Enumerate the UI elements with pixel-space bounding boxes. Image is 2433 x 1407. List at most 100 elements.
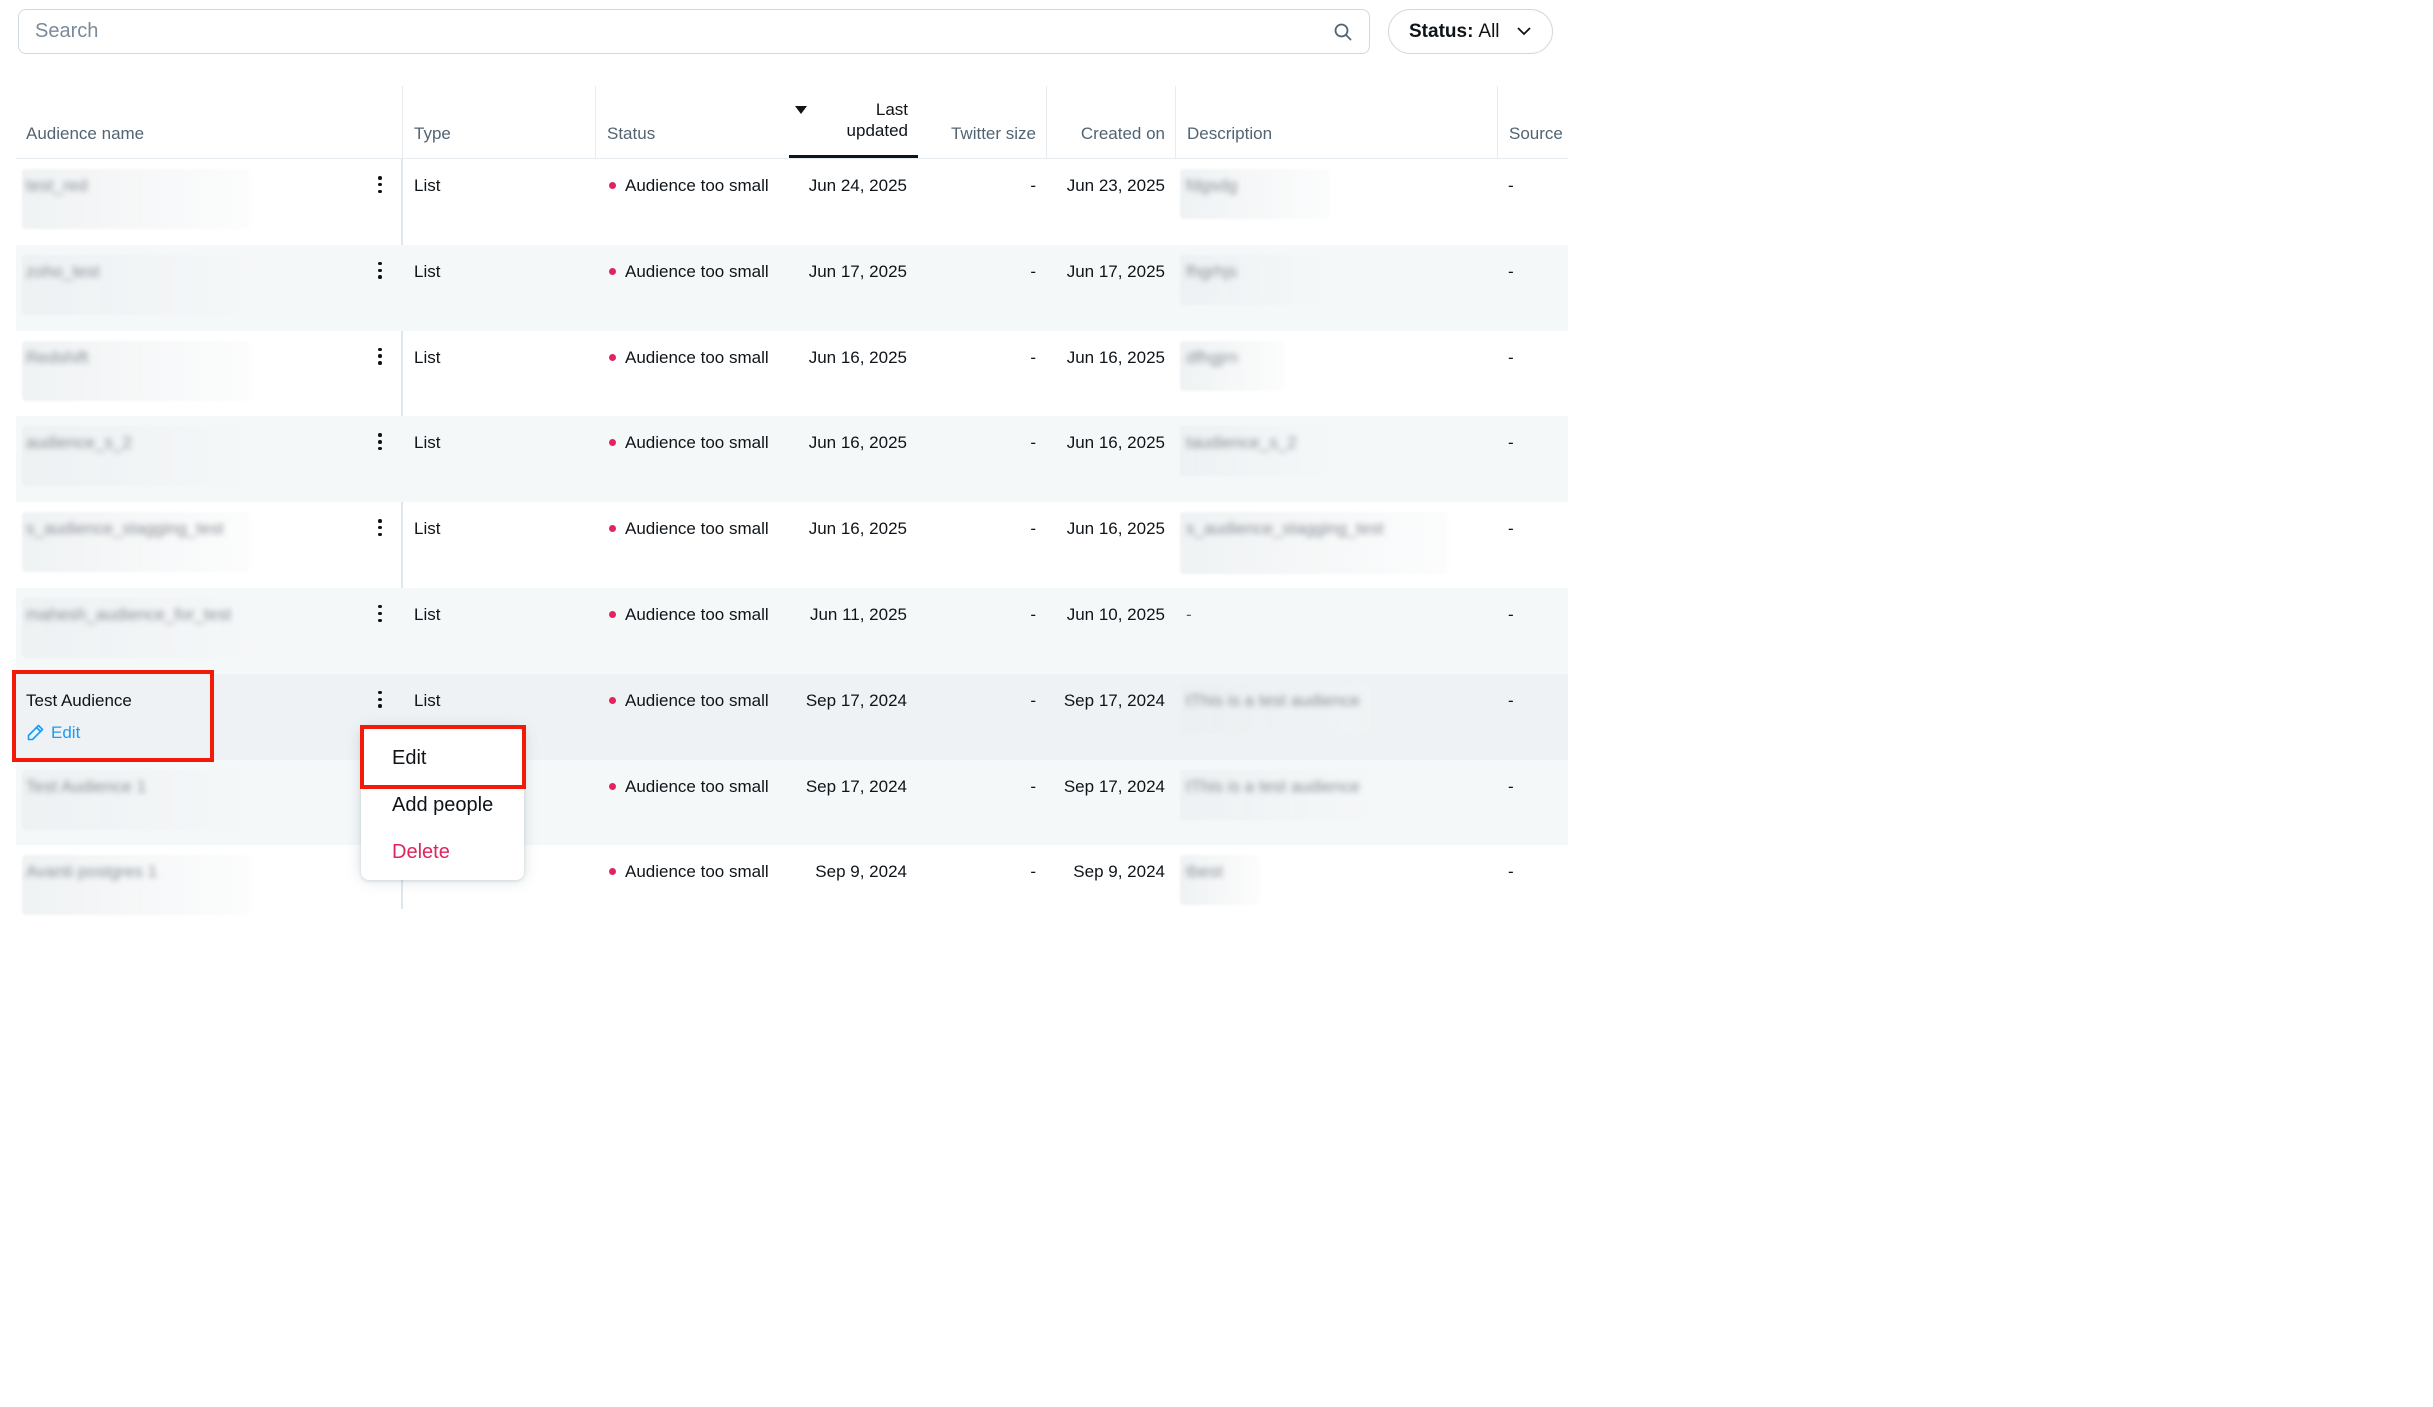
type-cell: List xyxy=(414,519,441,539)
status-dot-icon xyxy=(609,782,616,790)
table-row[interactable]: mahesh_audience_for_test List Audience t… xyxy=(16,587,1568,674)
header-status[interactable]: Status xyxy=(595,86,789,158)
description-cell: - xyxy=(1186,604,1192,624)
audience-name: test_red xyxy=(26,176,88,195)
search-icon[interactable] xyxy=(1333,22,1353,42)
status-cell: Audience too small xyxy=(609,862,769,882)
status-dot-icon xyxy=(609,439,616,447)
type-cell: List xyxy=(414,604,441,624)
last-updated-cell: Jun 16, 2025 xyxy=(808,433,907,453)
header-description[interactable]: Description xyxy=(1175,86,1497,158)
twitter-size-cell: - xyxy=(1030,176,1036,195)
more-options-icon[interactable] xyxy=(378,433,382,451)
status-cell: Audience too small xyxy=(609,691,769,711)
audience-table: Audience name Type Status Last updated T… xyxy=(16,86,1568,931)
table-row[interactable]: s_audience_stagging_test List Audience t… xyxy=(16,502,1568,588)
audience-name: Redshift xyxy=(26,347,89,367)
created-on-cell: Jun 16, 2025 xyxy=(1066,433,1165,453)
more-options-icon[interactable] xyxy=(378,519,382,537)
description-cell: dfhgjrn xyxy=(1186,347,1238,367)
status-cell: Audience too small xyxy=(609,348,769,368)
twitter-size-cell: - xyxy=(1030,862,1036,882)
table-row[interactable]: zoho_test List Audience too small Jun 17… xyxy=(16,244,1568,331)
source-cell: - xyxy=(1508,176,1514,195)
source-cell: - xyxy=(1508,604,1514,624)
status-dot-icon xyxy=(609,525,616,533)
source-cell: - xyxy=(1508,347,1514,367)
status-cell: Audience too small xyxy=(609,777,769,797)
last-updated-cell: Jun 24, 2025 xyxy=(808,176,907,195)
table-row[interactable]: Test Audience 1 Audience too small Sep 1… xyxy=(16,759,1568,846)
description-cell: fdgsdg xyxy=(1186,176,1238,195)
audience-name: zoho_test xyxy=(26,261,100,281)
annotation-highlight-box xyxy=(12,670,214,762)
created-on-cell: Jun 16, 2025 xyxy=(1066,519,1165,539)
more-options-icon[interactable] xyxy=(378,347,382,366)
status-cell: Audience too small xyxy=(609,605,769,625)
status-filter-dropdown[interactable]: Status: All xyxy=(1388,9,1553,54)
table-row[interactable]: Test Audience Edit List Audience too sma… xyxy=(16,673,1568,760)
type-cell: List xyxy=(414,176,441,195)
menu-item-delete[interactable]: Delete xyxy=(392,841,450,864)
twitter-size-cell: - xyxy=(1030,519,1036,539)
last-updated-cell: Jun 11, 2025 xyxy=(809,604,907,624)
source-cell: - xyxy=(1508,433,1514,453)
source-cell: - xyxy=(1508,261,1514,281)
status-cell: Audience too small xyxy=(609,519,769,539)
twitter-size-cell: - xyxy=(1030,433,1036,453)
description-cell: tThis is a test audience xyxy=(1186,690,1360,710)
audience-name: Test Audience 1 xyxy=(26,776,147,796)
description-cell: fhgrhjs xyxy=(1186,261,1238,281)
created-on-cell: Sep 17, 2024 xyxy=(1063,776,1165,796)
audience-name: audience_s_2 xyxy=(26,433,132,453)
more-options-icon[interactable] xyxy=(378,261,382,280)
table-row[interactable]: Avanti postgres 1 Audience too small Sep… xyxy=(16,845,1568,931)
created-on-cell: Jun 10, 2025 xyxy=(1066,604,1165,624)
more-options-icon[interactable] xyxy=(378,604,382,623)
last-updated-cell: Jun 16, 2025 xyxy=(808,519,907,539)
twitter-size-cell: - xyxy=(1030,347,1036,367)
created-on-cell: Sep 9, 2024 xyxy=(1073,862,1165,882)
description-cell: taudience_s_2 xyxy=(1186,433,1297,453)
audience-name: mahesh_audience_for_test xyxy=(26,604,232,624)
search-bar[interactable] xyxy=(18,9,1370,54)
header-source[interactable]: Source xyxy=(1497,86,1568,158)
source-cell: - xyxy=(1508,690,1514,710)
table-row[interactable]: test_red List Audience too small Jun 24,… xyxy=(16,159,1568,245)
last-updated-cell: Jun 16, 2025 xyxy=(808,347,907,367)
status-dot-icon xyxy=(609,182,616,190)
description-cell: tThis is a test audience xyxy=(1186,776,1360,796)
source-cell: - xyxy=(1508,776,1514,796)
created-on-cell: Jun 23, 2025 xyxy=(1066,176,1165,195)
more-options-icon[interactable] xyxy=(378,176,382,194)
header-created-on[interactable]: Created on xyxy=(1046,86,1175,158)
twitter-size-cell: - xyxy=(1030,604,1036,624)
search-input[interactable] xyxy=(19,10,1325,52)
last-updated-cell: Sep 9, 2024 xyxy=(815,862,907,882)
header-audience-name[interactable]: Audience name xyxy=(26,86,396,158)
table-row[interactable]: Redshift List Audience too small Jun 16,… xyxy=(16,331,1568,417)
twitter-size-cell: - xyxy=(1030,261,1036,281)
last-updated-cell: Sep 17, 2024 xyxy=(805,690,907,710)
audience-name: s_audience_stagging_test xyxy=(26,519,224,539)
header-twitter-size[interactable]: Twitter size xyxy=(918,86,1046,158)
type-cell: List xyxy=(414,690,441,710)
status-dot-icon xyxy=(609,267,616,275)
header-type[interactable]: Type xyxy=(402,86,596,158)
table-row[interactable]: audience_s_2 List Audience too small Jun… xyxy=(16,416,1568,503)
chevron-down-icon xyxy=(1517,27,1531,36)
created-on-cell: Jun 17, 2025 xyxy=(1066,261,1165,281)
description-cell: tbest xyxy=(1186,862,1223,882)
last-updated-cell: Jun 17, 2025 xyxy=(808,261,907,281)
status-filter-label: Status: xyxy=(1409,20,1474,42)
menu-item-add-people[interactable]: Add people xyxy=(392,794,493,817)
last-updated-cell: Sep 17, 2024 xyxy=(805,776,907,796)
audience-name: Avanti postgres 1 xyxy=(26,862,158,882)
more-options-icon[interactable] xyxy=(378,690,382,709)
header-last-updated[interactable]: Last updated xyxy=(789,86,918,158)
created-on-cell: Jun 16, 2025 xyxy=(1066,347,1165,367)
source-cell: - xyxy=(1508,862,1514,882)
status-dot-icon xyxy=(609,868,616,876)
twitter-size-cell: - xyxy=(1030,690,1036,710)
status-cell: Audience too small xyxy=(609,176,769,196)
